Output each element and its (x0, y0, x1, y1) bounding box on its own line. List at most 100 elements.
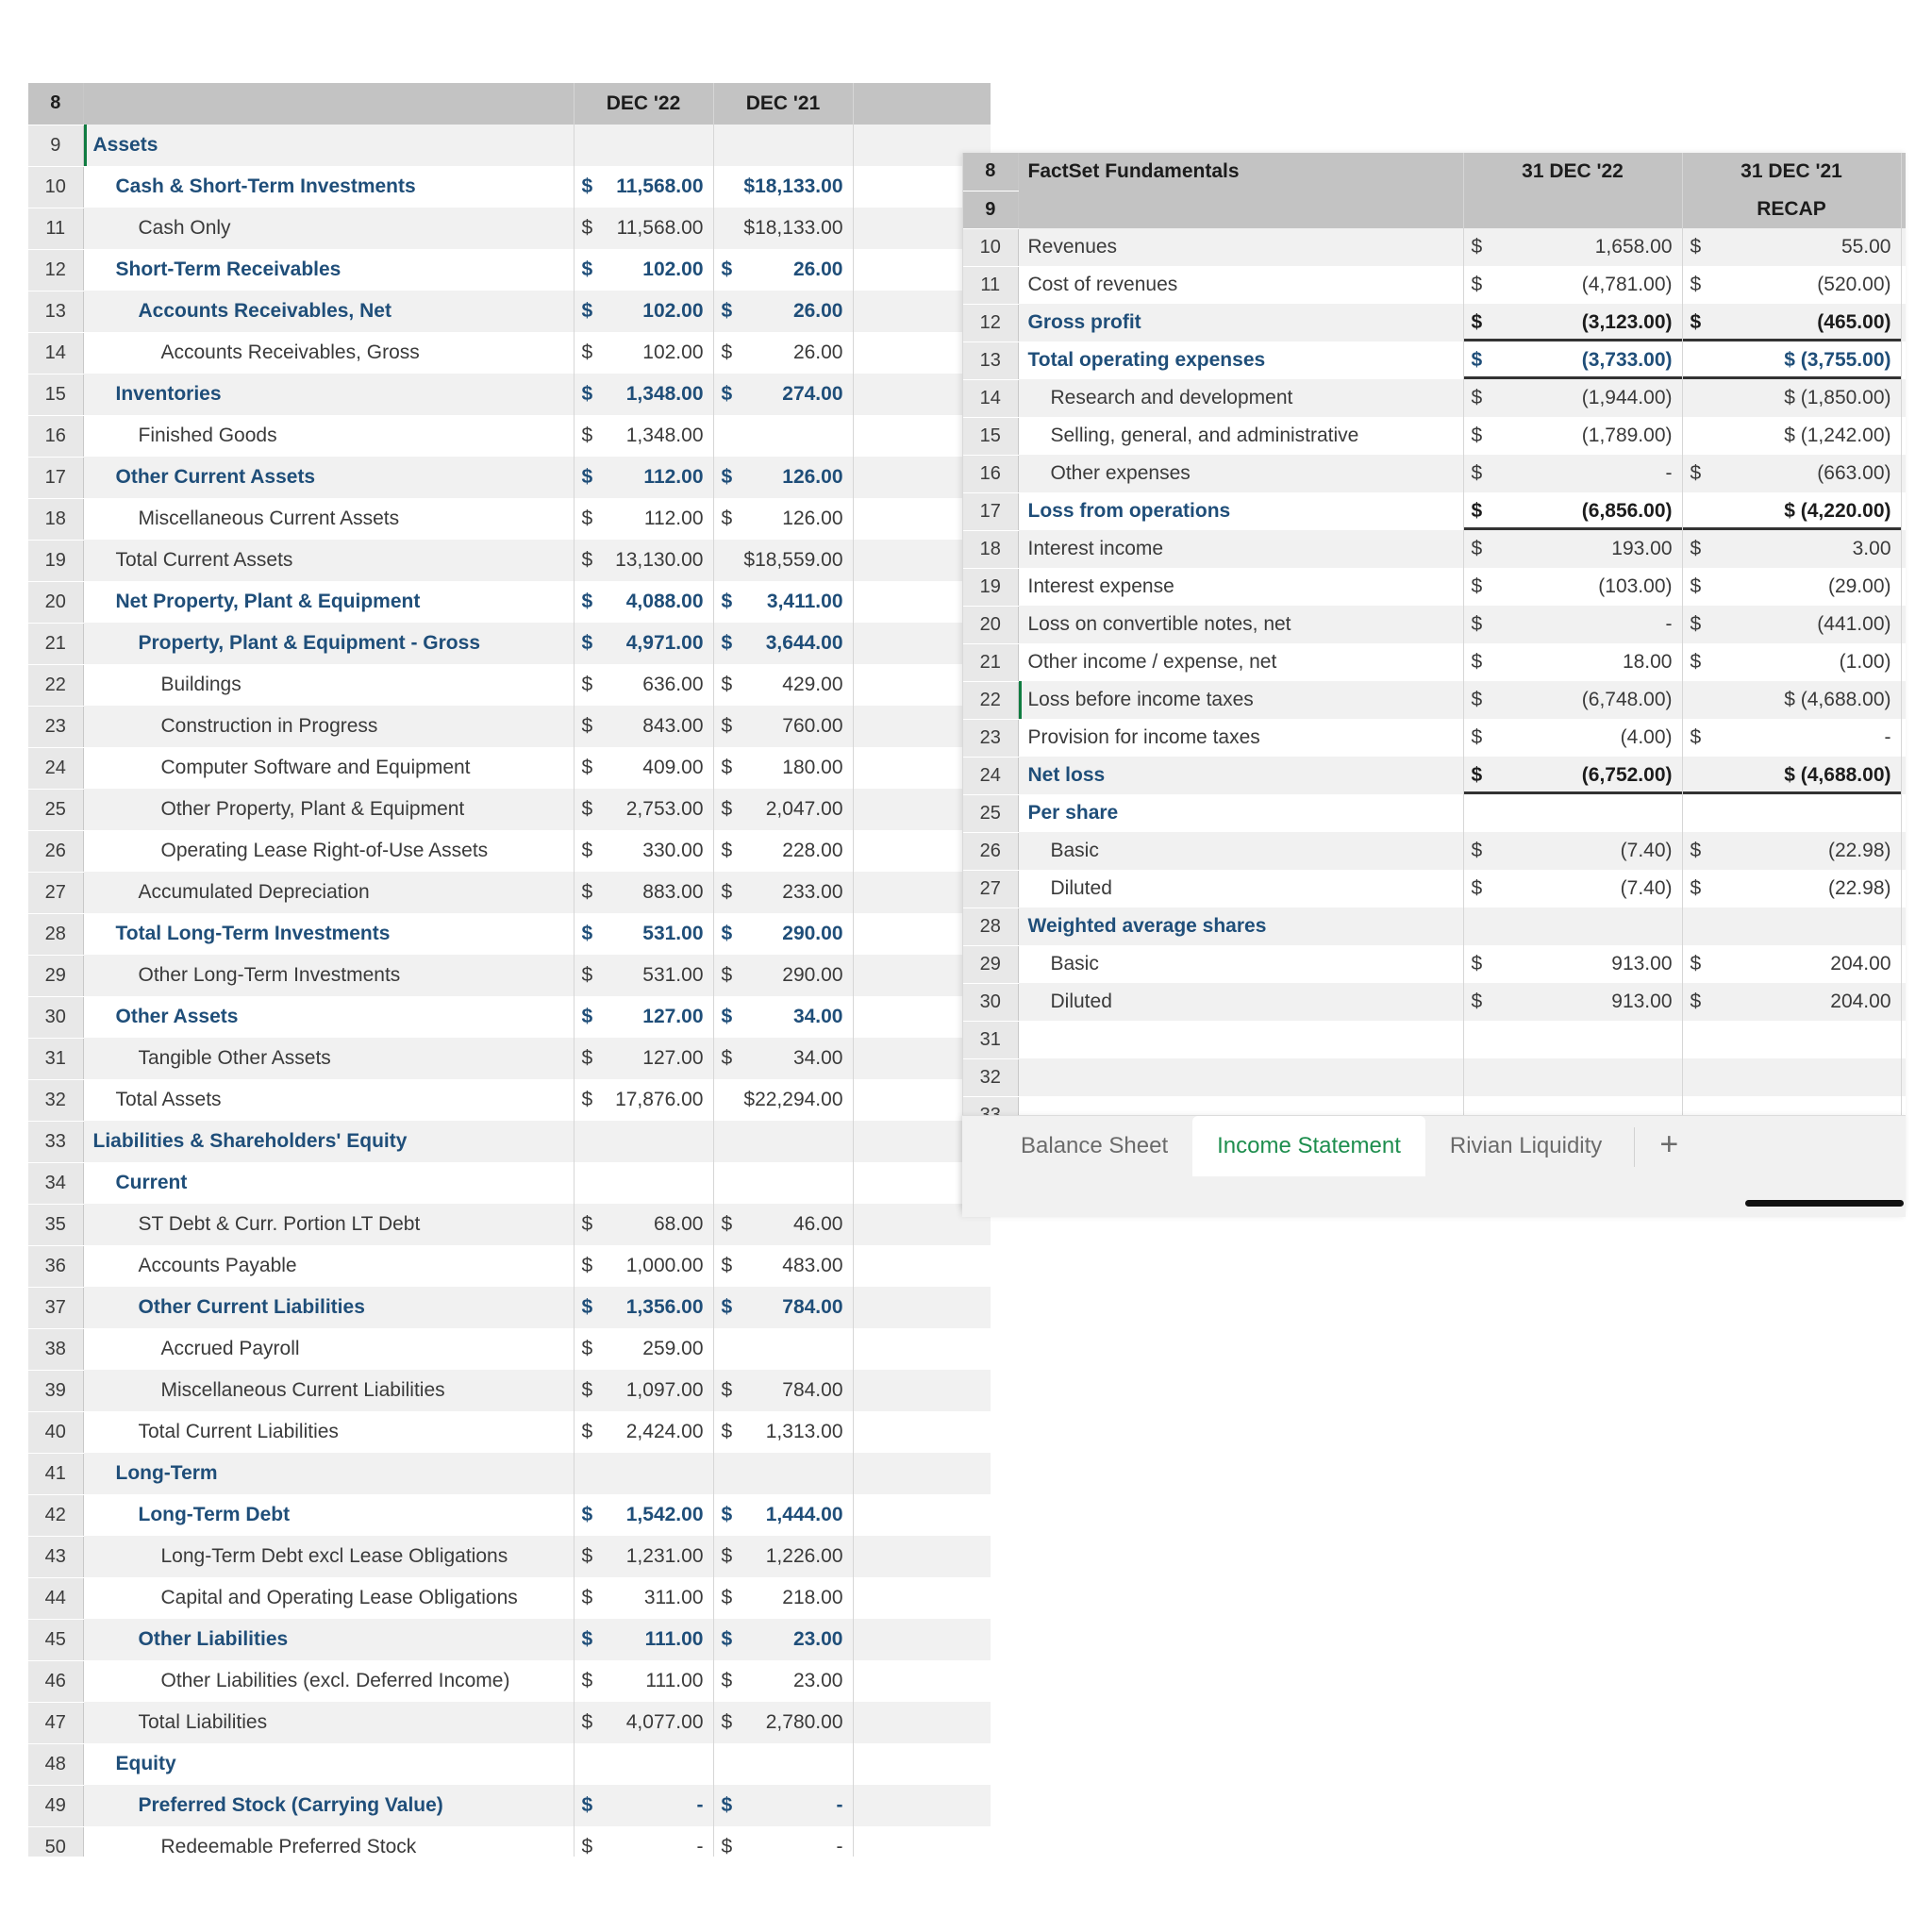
row-number[interactable]: 16 (963, 455, 1019, 493)
cell-31dec22[interactable]: $ (4.00) (1463, 719, 1683, 757)
table-row[interactable]: 18 Interest income $193.00 $3.00 (963, 530, 1906, 569)
cell-dec22[interactable]: $2,424.00 (574, 1411, 714, 1453)
table-row[interactable]: 26 Basic $ (7.40) $ (22.98) (963, 832, 1906, 871)
row-label[interactable]: Net loss (1018, 757, 1464, 794)
row-number[interactable]: 22 (28, 664, 84, 707)
row-label[interactable]: Other Current Liabilities (83, 1287, 575, 1328)
cell-dec21[interactable]: $1,313.00 (713, 1411, 854, 1453)
cell-dec21[interactable] (713, 1121, 854, 1162)
row-number[interactable]: 32 (28, 1079, 84, 1122)
row-label[interactable]: Miscellaneous Current Assets (83, 498, 575, 540)
row-label[interactable]: Selling, general, and administrative (1018, 417, 1464, 455)
row-number[interactable]: 23 (28, 706, 84, 748)
cell-dec22[interactable]: $2,753.00 (574, 789, 714, 830)
row-label[interactable]: Miscellaneous Current Liabilities (83, 1370, 575, 1411)
cell-31dec21[interactable]: $3.00 (1682, 530, 1902, 568)
row-number[interactable]: 34 (28, 1162, 84, 1205)
row-label[interactable]: Accumulated Depreciation (83, 872, 575, 913)
row-number[interactable]: 31 (963, 1021, 1019, 1059)
table-row[interactable]: 27 Diluted $ (7.40) $ (22.98) (963, 870, 1906, 908)
cell-dec21[interactable]: $34.00 (713, 996, 854, 1038)
table-row[interactable]: 16 Finished Goods $1,348.00 (28, 415, 991, 458)
cell-31dec22[interactable] (1463, 794, 1683, 832)
table-row[interactable]: 21 Other income / expense, net $18.00 $ (1.0… (963, 643, 1906, 682)
row-label[interactable]: Interest income (1018, 530, 1464, 568)
row-label[interactable]: Other Liabilities (83, 1619, 575, 1660)
row-number[interactable]: 16 (28, 415, 84, 458)
row-label[interactable]: Other income / expense, net (1018, 643, 1464, 681)
row-label[interactable]: Redeemable Preferred Stock (83, 1826, 575, 1857)
row-label[interactable]: Loss on convertible notes, net (1018, 606, 1464, 643)
cell-31dec21[interactable]: $ (1,850.00) (1682, 379, 1902, 417)
cell-31dec22[interactable]: $ (1,944.00) (1463, 379, 1683, 417)
cell-dec22[interactable]: $68.00 (574, 1204, 714, 1245)
cell-31dec22[interactable]: $ (3,123.00) (1463, 304, 1683, 341)
cell-dec22[interactable]: $102.00 (574, 249, 714, 291)
table-row[interactable]: 35 ST Debt & Curr. Portion LT Debt $68.00 $… (28, 1204, 991, 1246)
cell-31dec22[interactable]: $ (7.40) (1463, 832, 1683, 870)
table-row[interactable]: 46 Other Liabilities (excl. Deferred Inco… (28, 1660, 991, 1703)
table-row[interactable]: 49 Preferred Stock (Carrying Value) $ - $ - (28, 1785, 991, 1827)
row-number[interactable]: 10 (963, 228, 1019, 267)
table-row[interactable]: 37 Other Current Liabilities $1,356.00 $784… (28, 1287, 991, 1329)
row-number[interactable]: 29 (963, 945, 1019, 984)
row-number[interactable]: 25 (28, 789, 84, 831)
cell-31dec22[interactable]: $ (6,856.00) (1463, 492, 1683, 530)
row-number[interactable]: 33 (28, 1121, 84, 1163)
cell-dec21[interactable] (713, 1743, 854, 1785)
row-label[interactable]: Other Long-Term Investments (83, 955, 575, 996)
row-number[interactable]: 14 (963, 379, 1019, 418)
cell-dec21[interactable]: $3,644.00 (713, 623, 854, 664)
row-label[interactable]: Interest expense (1018, 568, 1464, 606)
cell-dec21[interactable]: $233.00 (713, 872, 854, 913)
row-label[interactable]: Short-Term Receivables (83, 249, 575, 291)
row-label[interactable]: Research and development (1018, 379, 1464, 417)
table-row[interactable]: 31 Tangible Other Assets $127.00 $34.00 (28, 1038, 991, 1080)
row-number[interactable]: 18 (28, 498, 84, 541)
table-row[interactable]: 17 Loss from operations $ (6,856.00) $ (4,22… (963, 492, 1906, 531)
row-number[interactable]: 8 (28, 83, 84, 125)
cell-dec22[interactable]: $102.00 (574, 291, 714, 332)
row-number[interactable]: 9 (28, 125, 84, 167)
cell-31dec22[interactable] (1463, 1058, 1683, 1096)
row-label[interactable]: Diluted (1018, 983, 1464, 1021)
cell-dec21[interactable]: $26.00 (713, 332, 854, 374)
row-label[interactable]: Provision for income taxes (1018, 719, 1464, 757)
row-number[interactable]: 15 (963, 417, 1019, 456)
cell-dec21[interactable]: $760.00 (713, 706, 854, 747)
cell-dec22[interactable]: $13,130.00 (574, 540, 714, 581)
table-row[interactable]: 43 Long-Term Debt excl Lease Obligations $… (28, 1536, 991, 1578)
table-row[interactable]: 33 Liabilities & Shareholders' Equity (28, 1121, 991, 1163)
cell-dec22[interactable] (574, 1121, 714, 1162)
cell-dec21[interactable]: $1,444.00 (713, 1494, 854, 1536)
row-number[interactable]: 30 (28, 996, 84, 1039)
sheet-tab-income-statement[interactable]: Income Statement (1192, 1116, 1425, 1176)
table-row[interactable]: 25 Other Property, Plant & Equipment $2,75… (28, 789, 991, 831)
row-label[interactable]: Total Long-Term Investments (83, 913, 575, 955)
cell-dec21[interactable] (713, 1453, 854, 1494)
row-number[interactable]: 48 (28, 1743, 84, 1786)
cell-dec22[interactable]: $1,542.00 (574, 1494, 714, 1536)
cell-dec22[interactable]: $1,000.00 (574, 1245, 714, 1287)
cell-dec22[interactable]: $1,097.00 (574, 1370, 714, 1411)
table-row[interactable]: 23 Provision for income taxes $ (4.00) $ - (963, 719, 1906, 758)
table-row[interactable]: 27 Accumulated Depreciation $883.00 $233.00 (28, 872, 991, 914)
row-label[interactable]: Long-Term (83, 1453, 575, 1494)
row-label[interactable]: Other Current Assets (83, 457, 575, 498)
row-number[interactable]: 28 (28, 913, 84, 956)
cell-dec22[interactable]: $112.00 (574, 498, 714, 540)
cell-31dec22[interactable]: $ (6,748.00) (1463, 681, 1683, 719)
table-row[interactable]: 19 Interest expense $ (103.00) $ (29.00) (963, 568, 1906, 607)
table-row[interactable]: 21 Property, Plant & Equipment - Gross $4,… (28, 623, 991, 665)
table-row[interactable]: 22 Buildings $636.00 $429.00 (28, 664, 991, 707)
row-number[interactable]: 9 (963, 191, 1019, 229)
row-label[interactable]: Total Current Assets (83, 540, 575, 581)
row-number[interactable]: 13 (963, 341, 1019, 380)
cell-31dec21[interactable]: $ (441.00) (1682, 606, 1902, 643)
cell-dec21[interactable]: $483.00 (713, 1245, 854, 1287)
cell-31dec21[interactable]: $ (29.00) (1682, 568, 1902, 606)
table-row[interactable]: 29 Other Long-Term Investments $531.00 $290… (28, 955, 991, 997)
table-row[interactable]: 12 Gross profit $ (3,123.00) $ (465.00) (963, 304, 1906, 342)
row-label[interactable] (1018, 1058, 1464, 1096)
cell-dec21[interactable]: $784.00 (713, 1287, 854, 1328)
